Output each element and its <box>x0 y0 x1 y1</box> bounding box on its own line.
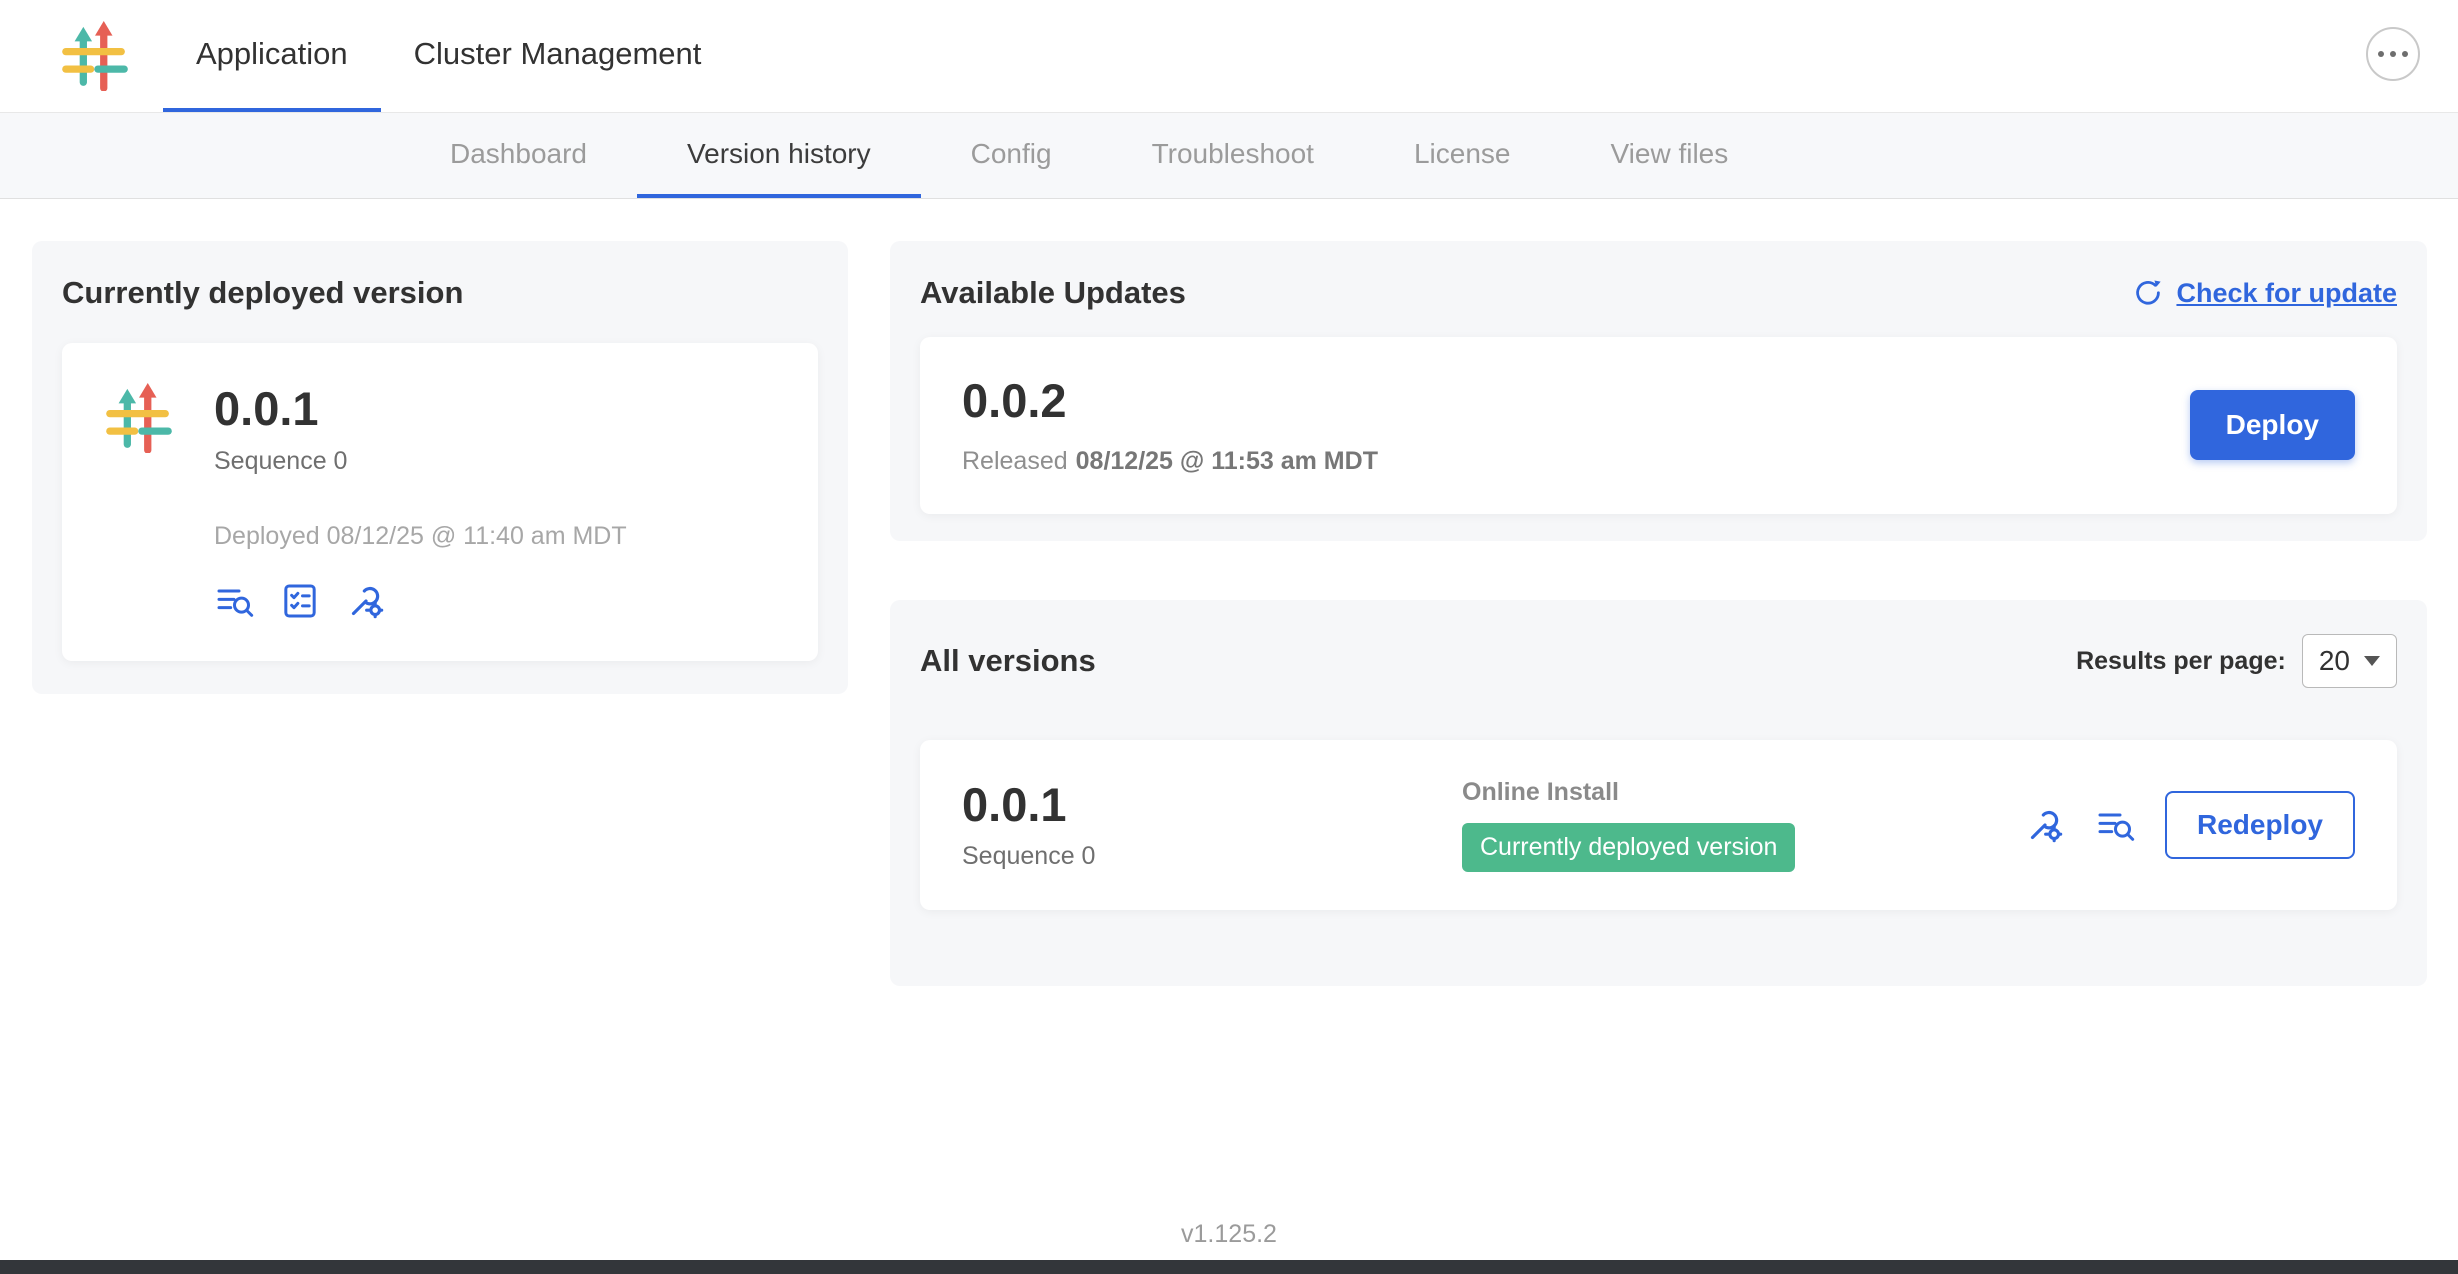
bottom-edge <box>0 1260 2458 1274</box>
edit-config-icon[interactable] <box>2025 805 2065 845</box>
tab-cluster-management[interactable]: Cluster Management <box>381 0 735 112</box>
subnav-item-troubleshoot[interactable]: Troubleshoot <box>1102 113 1364 198</box>
deployed-version-card: 0.0.1 Sequence 0 Deployed 08/12/25 @ 11:… <box>62 343 818 661</box>
version-row: 0.0.1 Sequence 0 Online Install Currentl… <box>920 740 2397 910</box>
ellipsis-icon <box>2378 51 2384 57</box>
preflight-checks-icon[interactable] <box>280 581 320 621</box>
edit-config-icon[interactable] <box>346 581 386 621</box>
tab-cluster-management-label: Cluster Management <box>414 36 702 72</box>
overflow-menu-button[interactable] <box>2366 27 2420 81</box>
app-logo-small <box>104 383 174 621</box>
row-version-number: 0.0.1 <box>962 779 1462 831</box>
release-notes-icon[interactable] <box>2095 805 2135 845</box>
deployed-timestamp: Deployed 08/12/25 @ 11:40 am MDT <box>214 522 627 551</box>
refresh-icon <box>2132 277 2164 309</box>
update-row: 0.0.2 Released08/12/25 @ 11:53 am MDT De… <box>920 337 2397 514</box>
app-logo <box>60 0 130 112</box>
deployed-card-title: Currently deployed version <box>62 275 818 311</box>
app-subnav: Dashboard Version history Config Trouble… <box>0 113 2458 199</box>
update-released-line: Released08/12/25 @ 11:53 am MDT <box>962 447 1378 476</box>
subnav-item-dashboard[interactable]: Dashboard <box>400 113 637 198</box>
row-install-type: Online Install <box>1462 778 2025 807</box>
deployed-version-number: 0.0.1 <box>214 383 627 435</box>
check-for-update-link[interactable]: Check for update <box>2132 277 2397 309</box>
deployed-actions <box>214 581 627 621</box>
all-versions-title: All versions <box>920 643 1096 679</box>
subnav-item-license[interactable]: License <box>1364 113 1561 198</box>
subnav-item-config[interactable]: Config <box>921 113 1102 198</box>
currently-deployed-card: Currently deployed version 0.0.1 Sequenc… <box>32 241 848 694</box>
top-header: Application Cluster Management <box>0 0 2458 113</box>
deploy-button[interactable]: Deploy <box>2190 390 2355 460</box>
header-tabs: Application Cluster Management <box>163 0 734 112</box>
tab-application[interactable]: Application <box>163 0 381 112</box>
subnav-item-view-files[interactable]: View files <box>1560 113 1778 198</box>
redeploy-button[interactable]: Redeploy <box>2165 791 2355 859</box>
update-version-number: 0.0.2 <box>962 375 1378 427</box>
available-updates-title: Available Updates <box>920 275 1186 311</box>
row-sequence: Sequence 0 <box>962 842 1462 871</box>
tab-application-label: Application <box>196 36 348 72</box>
currently-deployed-badge: Currently deployed version <box>1462 823 1795 872</box>
results-per-page-select[interactable]: 20 <box>2302 634 2397 688</box>
available-updates-card: Available Updates Check for update 0.0.2… <box>890 241 2427 541</box>
subnav-item-version-history[interactable]: Version history <box>637 113 921 198</box>
console-version: v1.125.2 <box>0 1220 2458 1249</box>
chevron-down-icon <box>2364 656 2380 666</box>
results-per-page-label: Results per page: <box>2076 647 2286 676</box>
all-versions-card: All versions Results per page: 20 0.0.1 … <box>890 600 2427 986</box>
release-notes-icon[interactable] <box>214 581 254 621</box>
deployed-sequence: Sequence 0 <box>214 447 627 476</box>
